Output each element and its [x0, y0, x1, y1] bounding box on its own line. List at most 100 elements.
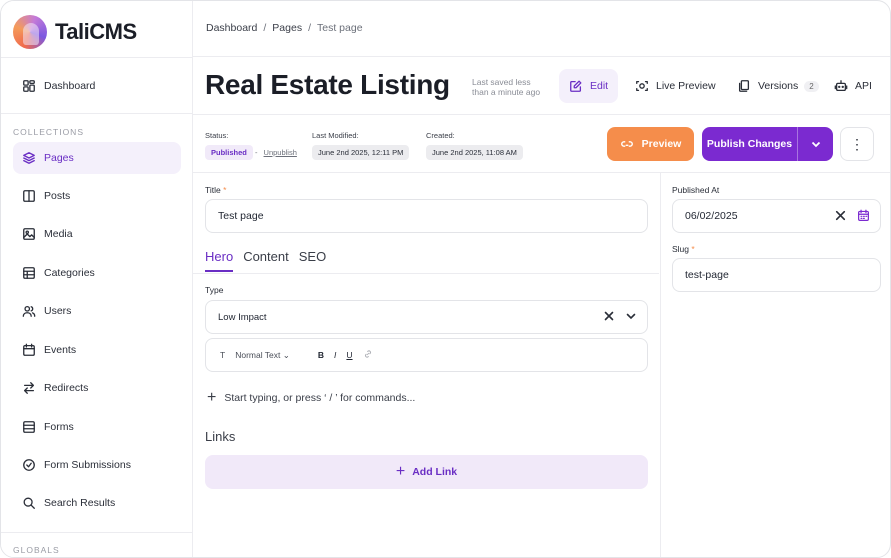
sidebar-item-dashboard[interactable]: Dashboard	[13, 70, 181, 102]
edit-tab-label: Edit	[590, 80, 609, 92]
api-tab[interactable]: API	[824, 69, 882, 103]
title-label-text: Title	[205, 185, 221, 195]
sidebar: TaliCMS Dashboard COLLECTIONS Pages Post…	[1, 1, 193, 557]
document-header: Real Estate Listing Last saved less than…	[193, 57, 890, 115]
publish-label: Publish Changes	[706, 138, 793, 150]
sidebar-item-label: Search Results	[44, 497, 116, 509]
last-modified-label: Last Modified:	[312, 131, 359, 140]
sidebar-divider	[1, 57, 193, 58]
add-link-button[interactable]: + Add Link	[205, 455, 648, 489]
sidebar-item-label: Media	[44, 228, 73, 240]
published-at-input[interactable]: 06/02/2025	[672, 199, 881, 233]
sidebar-item-pages[interactable]: Pages	[13, 142, 181, 174]
sidebar-item-label: Posts	[44, 190, 71, 202]
clear-icon[interactable]	[834, 209, 847, 222]
api-label: API	[855, 80, 872, 92]
live-preview-tab[interactable]: Live Preview	[625, 69, 726, 103]
required-marker: *	[223, 185, 227, 195]
versions-tab[interactable]: Versions 2	[727, 69, 829, 103]
unpublish-link[interactable]: Unpublish	[264, 148, 297, 157]
check-circle-icon	[22, 458, 36, 472]
link-icon	[620, 141, 633, 147]
search-icon	[22, 496, 36, 510]
sidebar-item-media[interactable]: Media	[13, 218, 181, 250]
preview-label: Preview	[641, 138, 682, 150]
preview-button[interactable]: Preview	[607, 127, 694, 161]
breadcrumb-current: Test page	[317, 22, 363, 34]
type-select[interactable]: Low Impact	[205, 300, 648, 334]
brand-logo[interactable]: TaliCMS	[13, 15, 137, 49]
globals-section-label: GLOBALS	[13, 545, 60, 555]
save-status: Last saved less than a minute ago	[472, 77, 552, 97]
logo-icon	[13, 15, 47, 49]
required-marker: *	[691, 244, 695, 254]
chevron-down-icon[interactable]	[625, 310, 637, 322]
dashboard-icon	[22, 79, 36, 93]
image-icon	[22, 227, 36, 241]
created-label: Created:	[426, 131, 455, 140]
publish-options-toggle[interactable]	[797, 127, 833, 161]
published-at-value: 06/02/2025	[685, 210, 738, 222]
live-preview-label: Live Preview	[656, 80, 716, 92]
bold-button[interactable]: B	[318, 350, 324, 360]
save-status-line: Last saved less	[472, 77, 531, 87]
breadcrumb-dashboard[interactable]: Dashboard	[206, 22, 257, 34]
sidebar-item-forms[interactable]: Forms	[13, 411, 181, 443]
text-style-dropdown[interactable]: Normal Text ⌄	[235, 350, 290, 361]
versions-icon	[738, 80, 750, 92]
sidebar-item-redirects[interactable]: Redirects	[13, 372, 181, 404]
live-preview-icon	[636, 80, 648, 92]
list-icon	[22, 420, 36, 434]
sidebar-item-label: Form Submissions	[44, 459, 131, 471]
more-options-button[interactable]: ⋮	[840, 127, 874, 161]
clear-icon[interactable]	[603, 310, 615, 322]
sidebar-item-form-submissions[interactable]: Form Submissions	[13, 449, 181, 481]
tab-seo[interactable]: SEO	[299, 249, 326, 272]
columns-icon	[22, 189, 36, 203]
sidebar-item-users[interactable]: Users	[13, 295, 181, 327]
type-field-label: Type	[205, 285, 224, 295]
sidebar-item-posts[interactable]: Posts	[13, 180, 181, 212]
type-select-controls	[603, 310, 637, 322]
last-modified-value: June 2nd 2025, 12:11 PM	[312, 145, 410, 160]
sidebar-item-search-results[interactable]: Search Results	[13, 487, 181, 519]
links-section-label: Links	[205, 429, 236, 444]
publish-changes-button[interactable]: Publish Changes	[702, 127, 833, 161]
tab-hero[interactable]: Hero	[205, 249, 234, 272]
robot-icon	[834, 80, 848, 92]
slug-input[interactable]: test-page	[672, 258, 881, 292]
title-input[interactable]: Test page	[205, 199, 648, 233]
add-link-label: Add Link	[412, 466, 458, 478]
italic-button[interactable]: I	[334, 350, 336, 360]
content-tabs: Hero Content SEO	[205, 249, 326, 272]
breadcrumb: Dashboard / Pages / Test page	[206, 22, 363, 34]
topbar: Dashboard / Pages / Test page	[193, 1, 890, 57]
users-icon	[22, 304, 36, 318]
kebab-icon: ⋮	[850, 135, 864, 152]
slug-label-text: Slug	[672, 244, 690, 254]
app-window: TaliCMS Dashboard COLLECTIONS Pages Post…	[0, 0, 891, 558]
sidebar-item-label: Dashboard	[44, 80, 96, 92]
edit-tab[interactable]: Edit	[559, 69, 619, 103]
plus-icon[interactable]: +	[207, 389, 216, 407]
status-bar: Status: Published - Unpublish Last Modif…	[193, 115, 890, 173]
calendar-icon[interactable]	[857, 209, 870, 222]
document-sidebar: Published At 06/02/2025 Slug * test-page	[660, 173, 890, 557]
layers-icon	[22, 151, 36, 165]
sidebar-item-events[interactable]: Events	[13, 334, 181, 366]
breadcrumb-pages[interactable]: Pages	[272, 22, 302, 34]
tab-content[interactable]: Content	[243, 249, 289, 272]
calendar-icon	[22, 343, 36, 357]
type-select-value: Low Impact	[218, 311, 267, 323]
sidebar-item-label: Events	[44, 344, 77, 356]
underline-button[interactable]: U	[346, 350, 352, 360]
sidebar-item-categories[interactable]: Categories	[13, 257, 181, 289]
versions-label: Versions	[758, 80, 799, 92]
slug-field-label: Slug *	[672, 244, 695, 254]
versions-count-badge: 2	[804, 80, 819, 92]
date-controls	[834, 209, 870, 222]
editor-body[interactable]: + Start typing, or press ‘ / ’ for comma…	[205, 389, 415, 407]
sidebar-item-label: Redirects	[44, 382, 89, 394]
published-at-label: Published At	[672, 185, 720, 195]
link-icon[interactable]	[363, 349, 373, 361]
